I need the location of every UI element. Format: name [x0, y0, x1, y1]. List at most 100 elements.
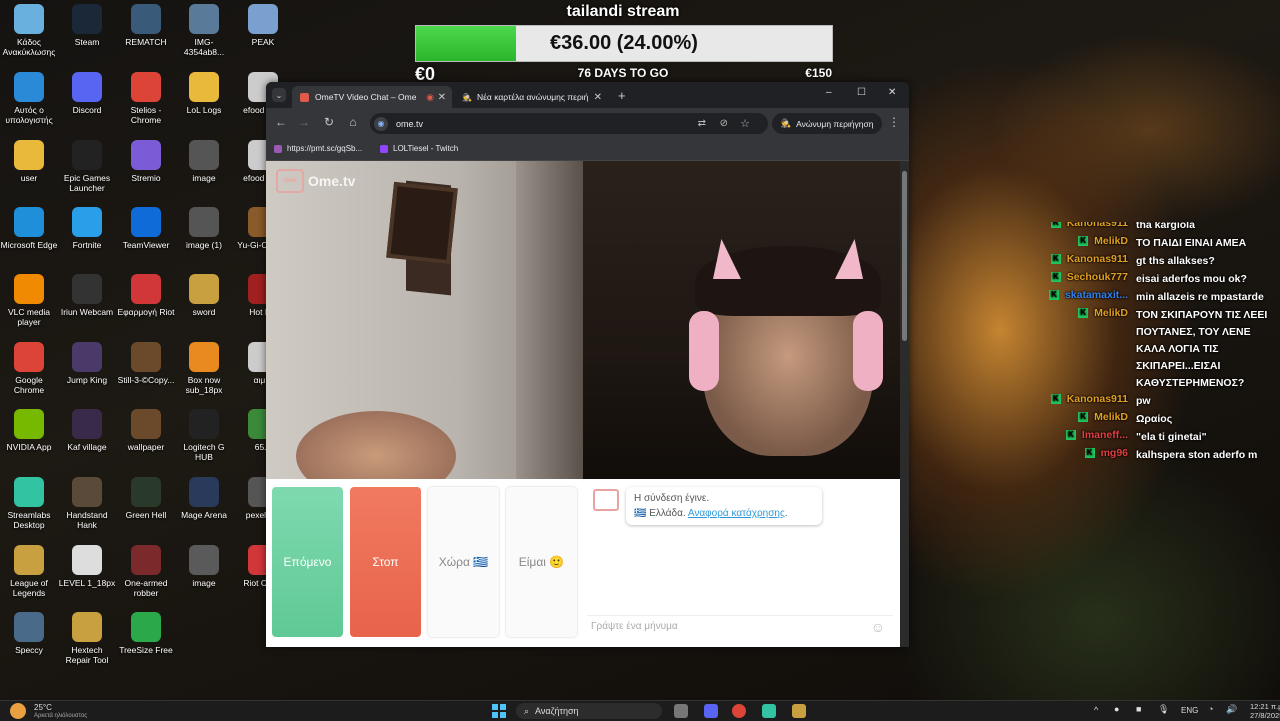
desktop-icon[interactable]: Mage Arena	[175, 477, 233, 520]
tray-app-icon[interactable]: ■	[1136, 704, 1141, 714]
desktop-icon[interactable]: Kaf village	[58, 409, 116, 452]
weather-icon[interactable]	[10, 703, 26, 719]
desktop-icon[interactable]: TeamViewer	[117, 207, 175, 250]
tab-ometv[interactable]: OmeTV Video Chat – Ome ◉ ✕	[292, 86, 452, 108]
desktop-icon[interactable]: Box now sub_18px	[175, 342, 233, 395]
desktop-icon[interactable]: VLC media player	[0, 274, 58, 327]
desktop-icon[interactable]: Speccy	[0, 612, 58, 655]
desktop-icon[interactable]: TreeSize Free	[117, 612, 175, 655]
clock[interactable]: 12:21 π.μ. 27/8/2025	[1250, 702, 1280, 720]
desktop-icon[interactable]: League of Legends	[0, 545, 58, 598]
ometv-page: Ome Ome.tv Επόμενο Στοπ Χώρα 🇬🇷 Είμαι 🙂 …	[266, 161, 900, 647]
microphone-icon[interactable]: 🎙	[1158, 704, 1169, 715]
desktop-icon[interactable]: Still-3-©Copy...	[117, 342, 175, 385]
close-window-button[interactable]: ✕	[888, 87, 896, 98]
desktop-icon[interactable]: Epic Games Launcher	[58, 140, 116, 193]
page-scrollbar[interactable]	[900, 161, 909, 647]
desktop-icon[interactable]: image	[175, 545, 233, 588]
maximize-button[interactable]: ☐	[857, 87, 866, 98]
minimize-button[interactable]: –	[826, 87, 832, 98]
desktop-icon[interactable]: Streamlabs Desktop	[0, 477, 58, 530]
bookmark-pmt[interactable]: https://pmt.sc/gqSb...	[274, 144, 362, 153]
back-button[interactable]: ←	[273, 115, 289, 129]
forward-button[interactable]: →	[296, 115, 312, 129]
game-icon	[131, 477, 161, 507]
streamlabs-taskbar-icon[interactable]	[762, 704, 776, 718]
site-info-icon[interactable]: ◉	[374, 116, 388, 131]
door-edge	[516, 161, 583, 479]
stop-button[interactable]: Στοπ	[350, 487, 421, 637]
volume-icon[interactable]: 🔊	[1226, 704, 1237, 715]
desktop-icon-label: Fortnite	[72, 240, 102, 250]
desktop-icon[interactable]: wallpaper	[117, 409, 175, 452]
report-abuse-link[interactable]: Αναφορά κατάχρησης	[688, 508, 785, 519]
desktop-icon[interactable]: user	[0, 140, 58, 183]
country-button[interactable]: Χώρα 🇬🇷	[428, 487, 499, 637]
desktop-icon[interactable]: Microsoft Edge	[0, 207, 58, 250]
desktop-icon[interactable]: Κάδος Ανακύκλωσης	[0, 4, 58, 57]
desktop-icon-label: One-armed robber	[124, 578, 168, 598]
gender-button[interactable]: Είμαι 🙂	[506, 487, 577, 637]
kick-badge-icon: K	[1050, 272, 1061, 283]
desktop-icon[interactable]: Logitech G HUB	[175, 409, 233, 462]
desktop-icon[interactable]: Hextech Repair Tool	[58, 612, 116, 665]
desktop-icon[interactable]: Discord	[58, 72, 116, 115]
chevron-up-icon[interactable]: ^	[1094, 705, 1098, 715]
message-input[interactable]: Γράψτε ένα μήνυμα ☺	[587, 615, 893, 637]
wifi-icon[interactable]: ◔	[1208, 704, 1213, 714]
headphone-left	[689, 311, 719, 391]
desktop-icon[interactable]: Steam	[58, 4, 116, 47]
tab-search-button[interactable]: ⌄	[272, 88, 286, 102]
address-bar[interactable]: ◉ ome.tv ⇄ ⊘ ☆	[370, 113, 768, 134]
bookmark-twitch[interactable]: LOLTiesel - Twitch	[380, 144, 458, 153]
desktop-icon[interactable]: Αυτός ο υπολογιστής	[0, 72, 58, 125]
desktop-icon[interactable]: One-armed robber	[117, 545, 175, 598]
new-tab-button[interactable]: +	[618, 88, 626, 103]
desktop-icon[interactable]: PEAK	[234, 4, 292, 47]
chat-text: ΤΟΝ ΣΚΙΠΑΡΟΥΝ ΤΙΣ ΛΕΕΙ ΠΟΥΤΑΝΕΣ, ΤΟΥ ΛΕΝ…	[1136, 309, 1268, 389]
home-icon: ⌂	[349, 115, 357, 129]
desktop-icon[interactable]: Google Chrome	[0, 342, 58, 395]
tab-incognito-new[interactable]: 🕵 Νέα καρτέλα ανώνυμης περιή ✕	[454, 86, 608, 108]
desktop-icon[interactable]: Green Hell	[117, 477, 175, 520]
next-button[interactable]: Επόμενο	[272, 487, 343, 637]
desktop-icon[interactable]: image (1)	[175, 207, 233, 250]
close-tab-icon[interactable]: ✕	[594, 92, 602, 103]
reload-button[interactable]: ↻	[321, 115, 337, 129]
desktop-icon[interactable]: sword	[175, 274, 233, 317]
network-tray-icon[interactable]: ●	[1114, 704, 1119, 714]
language-indicator[interactable]: ENG	[1181, 706, 1198, 715]
desktop-icon[interactable]: Stelios - Chrome	[117, 72, 175, 125]
lol-taskbar-icon[interactable]	[792, 704, 806, 718]
desktop-icon[interactable]: LoL Logs	[175, 72, 233, 115]
desktop-icon[interactable]: Handstand Hank	[58, 477, 116, 530]
chrome-taskbar-icon[interactable]	[732, 704, 746, 718]
discord-taskbar-icon[interactable]	[704, 704, 718, 718]
desktop-icon[interactable]: Jump King	[58, 342, 116, 385]
start-button[interactable]	[492, 704, 506, 718]
desktop-icon[interactable]: LEVEL 1_18px	[58, 545, 116, 588]
task-view-icon[interactable]	[674, 704, 688, 718]
desktop-icon[interactable]: Εφαρμογή Riot	[117, 274, 175, 317]
desktop-icon[interactable]: NVIDIA App	[0, 409, 58, 452]
chat-text: Ωραίος	[1136, 413, 1173, 425]
desktop-icon[interactable]: Fortnite	[58, 207, 116, 250]
star-icon[interactable]: ☆	[740, 117, 750, 130]
close-tab-icon[interactable]: ✕	[438, 92, 446, 103]
desktop-icon[interactable]: Stremio	[117, 140, 175, 183]
scrollbar-thumb[interactable]	[902, 171, 907, 341]
desktop-icon[interactable]: Iriun Webcam	[58, 274, 116, 317]
wall-painting	[386, 181, 458, 265]
menu-button[interactable]: ⋮	[886, 115, 902, 129]
desktop-icon[interactable]: REMATCH	[117, 4, 175, 47]
kick-badge-icon: K	[1050, 394, 1061, 405]
translate-icon[interactable]: ⇄	[698, 118, 706, 129]
eye-off-icon[interactable]: ⊘	[720, 118, 728, 129]
desktop-icon-label: REMATCH	[125, 37, 167, 47]
incognito-indicator[interactable]: 🕵 Ανώνυμη περιήγηση	[772, 113, 882, 134]
emoji-picker-icon[interactable]: ☺	[871, 619, 885, 635]
desktop-icon[interactable]: IMG-4354ab8...	[175, 4, 233, 57]
taskbar-search[interactable]: ⌕ Αναζήτηση	[516, 703, 662, 719]
home-button[interactable]: ⌂	[345, 115, 361, 129]
desktop-icon[interactable]: image	[175, 140, 233, 183]
